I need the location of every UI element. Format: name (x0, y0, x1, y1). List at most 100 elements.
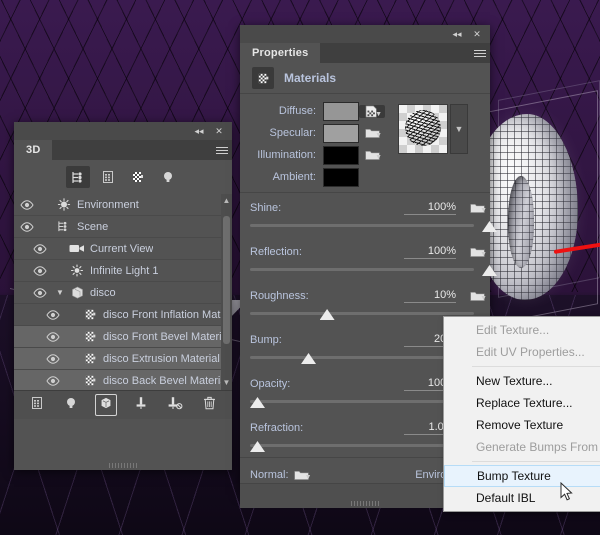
slider-track[interactable] (250, 312, 474, 315)
visibility-eye-icon[interactable] (40, 310, 66, 320)
panel-menu-icon[interactable] (470, 43, 490, 63)
panel-menu-icon[interactable] (212, 140, 232, 160)
material-preview-thumbnail[interactable] (398, 104, 448, 154)
tree-row[interactable]: Environment (14, 194, 232, 216)
tree-scrollbar[interactable]: ▲ ▼ (221, 194, 232, 390)
tree-scrollbar-thumb[interactable] (223, 216, 230, 344)
slider-value[interactable]: 100% (404, 245, 456, 259)
light-icon (67, 264, 87, 277)
menu-item: Edit Texture... (444, 319, 600, 341)
scene-tree-icon (54, 220, 74, 233)
visibility-eye-icon[interactable] (27, 244, 53, 254)
mesh-icon[interactable] (96, 166, 120, 188)
visibility-eye-icon[interactable] (14, 222, 40, 232)
visibility-eye-icon[interactable] (40, 354, 66, 364)
remove-constraint-button[interactable] (165, 395, 185, 415)
tree-row[interactable]: Scene (14, 216, 232, 238)
slider-value[interactable]: 100% (404, 201, 456, 215)
material-icon (80, 330, 100, 343)
channel-label: Specular: (240, 127, 323, 139)
menu-item[interactable]: Replace Texture... (444, 392, 600, 414)
add-constraint-button[interactable] (131, 395, 151, 415)
slider-track[interactable] (250, 444, 474, 447)
light-bulb-icon[interactable] (156, 166, 180, 188)
tree-row[interactable]: disco Front Inflation Mat... (14, 304, 232, 326)
material-slider-group[interactable]: Reflection:100%▼ (240, 237, 490, 281)
panel-resize-grip[interactable] (351, 501, 379, 506)
twisty-icon[interactable]: ▼ (53, 288, 67, 297)
visibility-eye-icon[interactable] (14, 200, 40, 210)
3d-panel-titlebar[interactable]: ◂◂ ✕ (14, 122, 232, 140)
menu-item[interactable]: Remove Texture (444, 414, 600, 436)
add-mesh-button[interactable] (27, 395, 47, 415)
3d-panel[interactable]: ◂◂ ✕ 3D (14, 122, 232, 470)
scroll-down-icon[interactable]: ▼ (221, 376, 232, 390)
tree-row[interactable]: disco Front Bevel Material (14, 326, 232, 348)
color-swatch[interactable] (323, 168, 359, 187)
menu-item[interactable]: Default IBL (444, 487, 600, 509)
properties-tabstrip[interactable]: Properties (240, 43, 490, 63)
slider-value[interactable]: 10% (404, 289, 456, 303)
texture-file-icon[interactable]: ▼ (359, 105, 385, 118)
texture-context-menu[interactable]: Edit Texture...Edit UV Properties...New … (443, 316, 600, 512)
slider-track[interactable] (250, 356, 474, 359)
close-icon[interactable]: ✕ (212, 125, 226, 137)
3d-panel-tabstrip[interactable]: 3D (14, 140, 232, 160)
slider-track[interactable] (250, 224, 474, 227)
3d-panel-bottom-toolbar[interactable] (14, 390, 232, 419)
folder-icon[interactable]: ▼ (359, 149, 385, 161)
color-swatch[interactable] (323, 102, 359, 121)
slider-track[interactable] (250, 268, 474, 271)
add-ibl-button[interactable] (95, 394, 117, 416)
folder-icon[interactable]: ▼ (289, 469, 315, 481)
tab-properties[interactable]: Properties (240, 43, 320, 63)
tree-row[interactable]: ▼disco (14, 282, 232, 304)
folder-icon[interactable]: ▼ (464, 202, 490, 214)
slider-track[interactable] (250, 400, 474, 403)
tree-row[interactable]: disco Extrusion Material (14, 348, 232, 370)
visibility-eye-icon[interactable] (27, 266, 53, 276)
visibility-eye-icon[interactable] (40, 332, 66, 342)
color-swatch[interactable] (323, 124, 359, 143)
tree-row[interactable]: Current View (14, 238, 232, 260)
add-light-button[interactable] (61, 395, 81, 415)
mouse-pointer-icon (560, 482, 574, 502)
material-channel-row[interactable]: Ambient: (240, 166, 490, 188)
material-icon (80, 308, 100, 321)
menu-item[interactable]: Bump Texture (444, 465, 600, 487)
3d-filter-toolbar[interactable] (14, 160, 232, 194)
constraint-pin-icon (134, 396, 148, 415)
folder-icon[interactable]: ▼ (464, 246, 490, 258)
color-swatch[interactable] (323, 146, 359, 165)
slider-label: Bump: (250, 334, 404, 346)
material-preview-sphere (405, 110, 441, 146)
chevron-down-icon[interactable]: ▼ (450, 104, 468, 154)
visibility-eye-icon[interactable] (27, 288, 53, 298)
3d-scene-tree[interactable]: EnvironmentSceneCurrent ViewInfinite Lig… (14, 194, 232, 390)
visibility-eye-icon[interactable] (40, 376, 66, 386)
collapse-icon[interactable]: ◂◂ (450, 28, 464, 40)
close-icon[interactable]: ✕ (470, 28, 484, 40)
materials-icon[interactable] (126, 166, 150, 188)
tab-3d[interactable]: 3D (14, 140, 52, 160)
properties-titlebar[interactable]: ◂◂ ✕ (240, 25, 490, 43)
materials-icon (252, 67, 274, 89)
folder-icon[interactable]: ▼ (464, 290, 490, 302)
caret-icon: ▼ (375, 154, 382, 161)
environment-icon (54, 198, 74, 211)
tree-row[interactable]: Infinite Light 1 (14, 260, 232, 282)
material-slider-group[interactable]: Shine:100%▼ (240, 193, 490, 237)
delete-button[interactable] (199, 395, 219, 415)
scroll-up-icon[interactable]: ▲ (221, 194, 232, 208)
caret-icon: ▼ (375, 132, 382, 139)
normal-label: Normal: (250, 469, 289, 481)
tabstrip-filler (52, 140, 212, 160)
folder-icon[interactable]: ▼ (359, 127, 385, 139)
tree-row[interactable]: disco Back Bevel Material (14, 370, 232, 390)
camera-icon (67, 243, 87, 254)
collapse-icon[interactable]: ◂◂ (192, 125, 206, 137)
menu-item[interactable]: New Texture... (444, 370, 600, 392)
menu-separator (472, 461, 600, 462)
scene-tree-icon[interactable] (66, 166, 90, 188)
panel-resize-grip[interactable] (109, 463, 137, 468)
